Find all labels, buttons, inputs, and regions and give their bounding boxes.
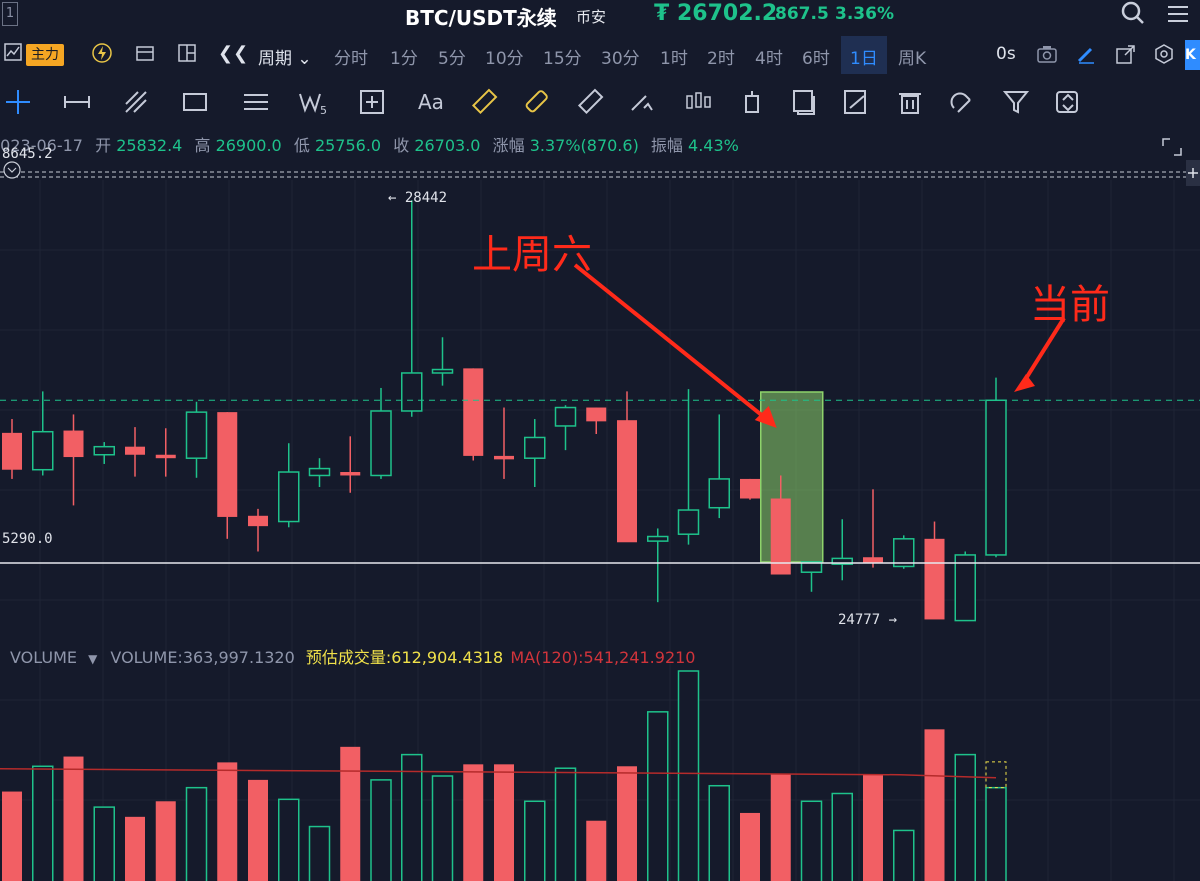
volume-bar — [63, 756, 84, 881]
volume-bar — [278, 798, 300, 881]
volume-bar — [954, 753, 976, 881]
volume-bar — [647, 711, 669, 881]
candle-body — [370, 410, 392, 477]
candle-body — [63, 430, 84, 458]
volume-bar — [863, 774, 883, 881]
top-price-label: 8645.2 — [2, 146, 53, 162]
support-price-label: 5290.0 — [2, 531, 53, 547]
volume-bar — [924, 729, 945, 881]
candle-body — [308, 467, 331, 477]
volume-bar — [248, 779, 268, 881]
volume-bar — [617, 766, 637, 881]
candle-body — [647, 535, 669, 542]
volume-bar — [32, 765, 54, 881]
volume-bar — [770, 774, 791, 881]
candle-body — [340, 472, 361, 476]
candle-body — [2, 432, 22, 470]
candle-body — [463, 368, 484, 456]
candle-body — [954, 554, 976, 622]
candle-body — [924, 538, 945, 620]
volume-bar — [463, 764, 484, 881]
volume-bar — [985, 786, 1007, 881]
annotation-current: 当前 — [1030, 282, 1110, 328]
candle-body — [248, 515, 268, 527]
volume-bar — [800, 800, 823, 881]
volume-layer — [0, 670, 1007, 881]
volume-value: VOLUME:363,997.1320 — [110, 648, 295, 667]
volume-bar — [431, 775, 454, 881]
candle-body — [740, 478, 760, 499]
volume-bar — [185, 786, 208, 881]
volume-bar — [2, 791, 22, 881]
candle-body — [155, 454, 176, 459]
volume-bar — [893, 829, 915, 881]
collapse-icon — [3, 161, 21, 179]
volume-bar — [93, 806, 115, 881]
volume-bar — [586, 820, 607, 881]
volume-bar — [524, 800, 546, 881]
volume-bar — [677, 670, 700, 881]
add-line-icon — [1186, 160, 1200, 186]
arrow-head-current — [1014, 374, 1035, 392]
candle-body — [554, 406, 577, 427]
fullscreen-icon — [1162, 138, 1182, 156]
candle-body — [93, 445, 115, 456]
candle-body — [494, 455, 514, 460]
volume-bar — [370, 779, 392, 881]
candle-body — [217, 412, 238, 517]
volume-bar — [831, 792, 853, 881]
candle-body — [677, 509, 700, 535]
volume-bar — [340, 746, 361, 881]
volume-bar — [740, 812, 760, 881]
volume-bar — [554, 767, 577, 881]
candle-body — [617, 420, 637, 543]
chevron-down-icon[interactable]: ▼ — [88, 652, 97, 666]
estimated-volume: 预估成交量:612,904.4318 — [305, 648, 504, 667]
candle-body — [524, 436, 546, 459]
low-marker-label: 24777 → — [838, 612, 898, 628]
annotation-last-saturday: 上周六 — [472, 232, 592, 278]
candle-body — [185, 411, 208, 459]
lines-layer — [0, 399, 1200, 564]
volume-legend: VOLUME ▼ VOLUME:363,997.1320 预估成交量:612,9… — [10, 644, 695, 668]
candle-body — [863, 557, 883, 563]
volume-bar — [308, 825, 331, 881]
high-marker-label: ← 28442 — [388, 190, 448, 206]
volume-bar — [401, 753, 423, 881]
volume-bar — [217, 762, 238, 881]
volume-bar — [125, 816, 145, 881]
candle-body — [586, 407, 607, 422]
volume-bar — [494, 764, 514, 881]
candle-body — [708, 478, 730, 509]
ma-value: MA(120):541,241.9210 — [510, 648, 696, 667]
volume-bar — [155, 801, 176, 881]
volume-bar — [708, 784, 730, 881]
candle-body — [125, 446, 145, 455]
candle-body — [32, 430, 54, 471]
candle-body — [278, 471, 300, 523]
candle-body — [431, 368, 454, 374]
candle-body — [985, 399, 1007, 556]
estimated-volume-box — [985, 761, 1007, 789]
candlestick-chart[interactable] — [0, 0, 1200, 881]
volume-indicator-name[interactable]: VOLUME — [10, 648, 77, 667]
candle-body — [401, 372, 423, 412]
